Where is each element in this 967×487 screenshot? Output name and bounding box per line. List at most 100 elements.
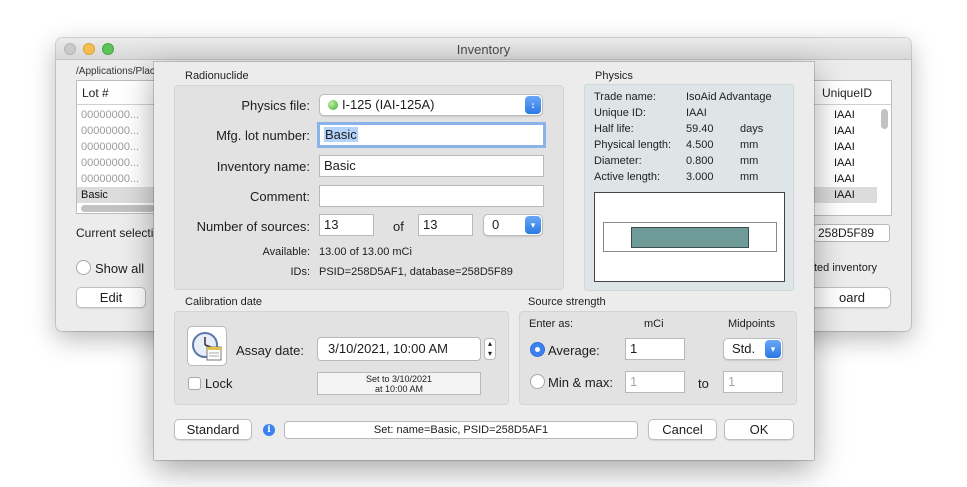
table-row[interactable]: IAAI [814,171,877,187]
info-icon[interactable]: i [263,424,275,436]
min-field[interactable]: 1 [625,371,685,393]
inventory-titlebar: Inventory [56,38,911,60]
set-to-button[interactable]: Set to 3/10/2021 at 10:00 AM [317,372,481,395]
lock-label: Lock [205,376,233,391]
show-all-radio[interactable] [76,260,91,275]
assay-date-label: Assay date: [236,343,304,358]
average-radio[interactable] [530,342,545,357]
of-label: of [393,219,404,234]
standard-button[interactable]: Standard [174,419,252,440]
table-row[interactable]: 00000000... [77,123,155,139]
table-row[interactable]: 00000000... [77,107,155,123]
table-row[interactable]: IAAI [814,107,877,123]
cancel-button[interactable]: Cancel [648,419,717,440]
inventory-name-field[interactable]: Basic [319,155,544,177]
table-row[interactable]: IAAI [814,139,877,155]
uniqueid-field[interactable]: 258D5F89 [814,224,890,242]
comment-field[interactable] [319,185,544,207]
mfg-lot-value: Basic [324,127,358,142]
stepper-down-icon[interactable]: ▾ [488,349,492,358]
column-header-lot[interactable]: Lot # [82,86,109,100]
window-title: Inventory [456,42,511,57]
enter-as-label: Enter as: [529,318,574,330]
seed-diagram [594,192,785,282]
mfg-lot-field[interactable]: Basic [317,122,546,148]
ids-value: PSID=258D5AF1, database=258D5F89 [319,266,513,278]
diameter-key: Diameter: [594,155,642,167]
date-stepper[interactable]: ▴ ▾ [484,338,496,360]
calendar-clock-icon [192,332,222,361]
column-header-uniqueid[interactable]: UniqueID [822,86,872,100]
unique-id-key: Unique ID: [594,107,646,119]
minmax-label: Min & max: [548,375,614,390]
uniqueid-table[interactable]: UniqueID IAAI IAAI IAAI IAAI IAAI IAAI [814,80,892,216]
current-selection-label: Current selecti [76,226,154,240]
physical-length-value: 4.500 [686,139,714,151]
stepper-up-icon[interactable]: ▴ [488,339,492,348]
to-label: to [698,376,709,391]
of-field[interactable]: 13 [418,214,473,236]
table-row-selected[interactable]: Basic [77,187,155,203]
horizontal-scrollbar[interactable] [81,205,155,212]
available-value: 13.00 of 13.00 mCi [319,246,412,258]
comment-label: Comment: [250,189,310,204]
calibration-group-title: Calibration date [185,296,263,308]
table-row-selected[interactable]: IAAI [814,187,877,203]
physics-file-label: Physics file: [241,98,310,113]
chevron-updown-icon: ↕ [525,96,541,114]
diameter-value: 0.800 [686,155,714,167]
table-row[interactable]: 00000000... [77,155,155,171]
inventory-name-label: Inventory name: [216,159,310,174]
mfg-lot-label: Mfg. lot number: [216,128,310,143]
trade-name-value: IsoAid Advantage [686,91,772,103]
ids-label: IDs: [290,266,310,278]
table-row[interactable]: IAAI [814,155,877,171]
num-sources-label: Number of sources: [196,219,310,234]
max-field[interactable]: 1 [723,371,783,393]
path-label: /Applications/Plac [76,66,155,77]
ok-button[interactable]: OK [724,419,794,440]
average-label: Average: [548,343,600,358]
average-field[interactable]: 1 [625,338,685,360]
radionuclide-dialog: Radionuclide Physics file: I-125 (IAI-12… [154,62,814,460]
lock-checkbox[interactable] [188,377,201,390]
num-sources-field[interactable]: 13 [319,214,374,236]
unique-id-value: IAAI [686,107,707,119]
trade-name-key: Trade name: [594,91,656,103]
status-field: Set: name=Basic, PSID=258D5AF1 [284,421,638,439]
board-button[interactable]: oard [814,287,891,308]
table-row[interactable]: 00000000... [77,139,155,155]
midpoints-popup-value: Std. [732,341,756,356]
seed-active-core [631,227,749,248]
physics-file-value: I-125 (IAI-125A) [342,97,435,112]
active-length-value: 3.000 [686,171,714,183]
ted-inventory-label: ted inventory [814,262,877,274]
half-life-value: 59.40 [686,123,714,135]
calendar-clock-button[interactable] [187,326,227,366]
active-length-unit: mm [740,171,759,183]
source-strength-group-title: Source strength [528,296,606,308]
midpoints-header: Midpoints [728,318,776,330]
show-all-label: Show all [95,261,145,276]
lot-table[interactable]: Lot # 00000000... 00000000... 00000000..… [76,80,156,214]
physical-length-unit: mm [740,139,759,151]
physical-length-key: Physical length: [594,139,672,151]
sources-popup[interactable]: 0 ▾ [483,214,543,236]
table-row[interactable]: IAAI [814,123,877,139]
set-to-line1: Set to 3/10/2021 [365,374,433,384]
physics-group-title: Physics [595,70,633,82]
diameter-unit: mm [740,155,759,167]
set-to-line2: at 10:00 AM [374,384,424,394]
table-row[interactable]: 00000000... [77,171,155,187]
status-dot-icon [328,100,338,110]
midpoints-popup[interactable]: Std. ▾ [723,338,783,360]
assay-date-field[interactable]: 3/10/2021, 10:00 AM [317,337,481,361]
available-label: Available: [262,246,311,258]
radionuclide-group-title: Radionuclide [185,70,249,82]
minmax-radio[interactable] [530,374,545,389]
vertical-scrollbar[interactable] [881,109,888,129]
chevron-down-icon: ▾ [765,340,781,358]
edit-button[interactable]: Edit [76,287,146,308]
sources-popup-value: 0 [492,217,500,232]
physics-file-popup[interactable]: I-125 (IAI-125A) ↕ [319,94,543,116]
